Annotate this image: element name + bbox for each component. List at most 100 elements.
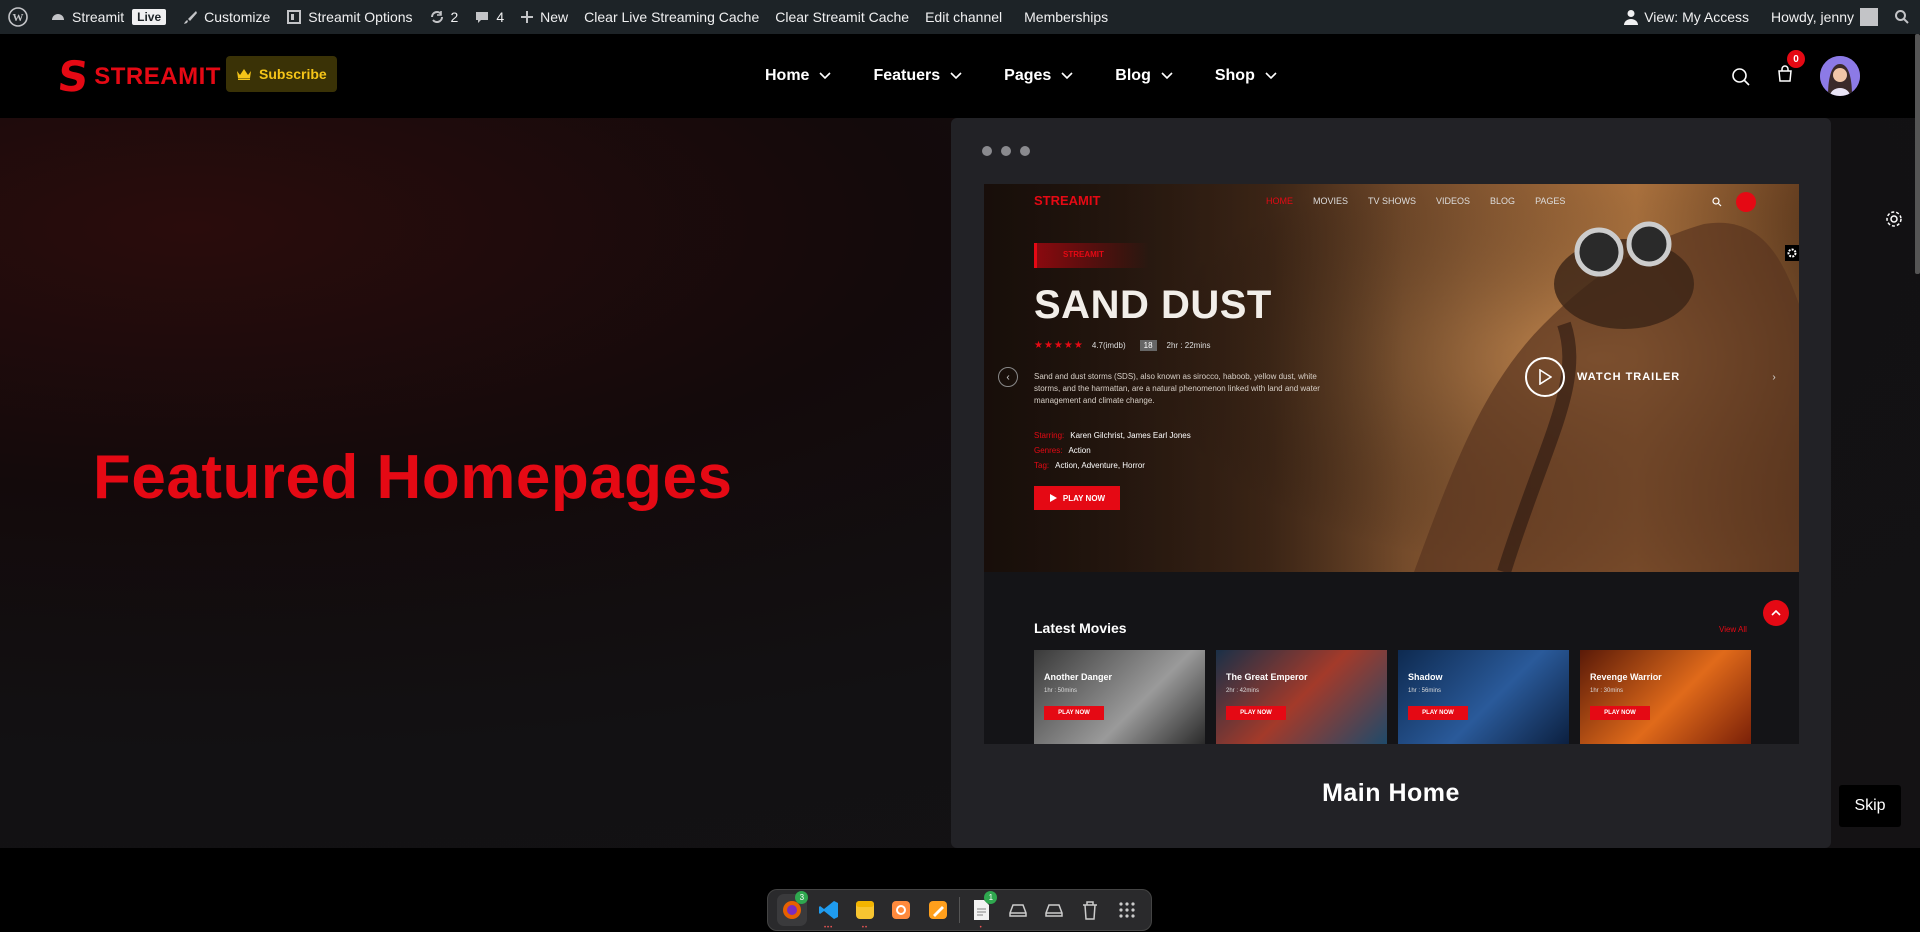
preview-nav-item: HOME [1266,196,1293,206]
tag-label: Tag: [1034,461,1050,471]
search-icon[interactable] [1731,67,1751,92]
trash-icon[interactable] [1075,894,1105,926]
comments-link[interactable]: 4 [466,0,512,34]
movie-time: 1hr : 56mins [1408,688,1442,694]
howdy-label: Howdy, jenny [1770,9,1854,25]
rating-stars: ★★★★★ [1034,340,1084,351]
preview-movie-title: SAND DUST [1034,283,1272,327]
wordpress-logo-icon[interactable]: W [0,0,42,34]
preview-next-arrow: › [1772,371,1776,383]
nav-blog-label: Blog [1115,67,1151,84]
plus-icon [521,11,534,23]
genres-value: Action [1068,446,1091,456]
homepage-card[interactable]: STREAMIT HOME MOVIES TV SHOWS VIDEOS BLO… [951,118,1831,848]
cart-icon[interactable] [1776,65,1794,88]
dock-badge: 3 [795,891,809,904]
gear-icon[interactable] [1884,209,1904,234]
preview-nav-item: VIDEOS [1436,196,1471,206]
editor-app-icon[interactable] [923,894,953,926]
nav-features[interactable]: Featuers [873,67,962,85]
movie-name: The Great Emperor [1226,672,1308,682]
drive-icon[interactable] [1002,894,1032,926]
subscribe-label: Subscribe [259,66,327,82]
new-content-link[interactable]: New [512,0,576,34]
preview-rating: 4.7(imdb) [1091,341,1126,350]
movie-play: PLAY NOW [1408,706,1468,720]
preview-credits: Starring: Karen Gilchrist, James Earl Jon… [1034,428,1191,474]
dashboard-icon [52,14,64,20]
account-menu[interactable]: Howdy, jenny [1763,0,1886,34]
drive-icon[interactable] [1039,894,1069,926]
app-grid-icon[interactable] [1112,894,1142,926]
view-access-link[interactable]: View: My Access [1616,0,1757,34]
preview-duration: 2hr : 22mins [1166,341,1211,350]
site-name-link[interactable]: Streamit Live [42,0,174,34]
running-indicator: •• [861,925,869,931]
vscode-app-icon[interactable]: ••• [813,894,843,931]
main-nav: Home Featuers Pages Blog Shop [765,34,1319,118]
comments-count: 4 [496,9,505,25]
movie-time: 1hr : 50mins [1044,688,1078,694]
crown-icon [237,69,251,80]
preview-nav-item: TV SHOWS [1368,196,1417,206]
screenshot-app-icon[interactable] [886,894,916,926]
clear-live-cache-link[interactable]: Clear Live Streaming Cache [576,0,767,34]
preview-movie-list: Another Danger 1hr : 50mins PLAY NOW The… [1034,650,1762,744]
homepage-preview[interactable]: STREAMIT HOME MOVIES TV SHOWS VIDEOS BLO… [984,184,1799,744]
edit-channel-link[interactable]: Edit channel [917,0,1010,34]
preview-tag-label: STREAMIT [1063,250,1104,259]
window-dot [982,146,992,156]
chevron-down-icon [950,72,962,80]
preview-gear-icon [1785,245,1799,261]
updates-link[interactable]: 2 [421,0,467,34]
browser-app-icon[interactable]: 3 [777,891,809,926]
preview-nav-item: MOVIES [1313,196,1349,206]
document-app-icon[interactable]: 1 • [966,891,998,931]
chevron-down-icon [819,72,832,80]
taskbar-dock: 3 ••• •• 1 • [767,889,1152,931]
movie-play: PLAY NOW [1226,706,1286,720]
user-icon [1736,192,1756,212]
preview-nav-icons [1712,192,1756,212]
age-badge: 18 [1139,340,1157,351]
preview-view-all: View All [1719,625,1747,634]
preview-play-label: PLAY NOW [1062,493,1106,503]
logo-letter: S [55,52,91,101]
notes-app-icon[interactable]: •• [850,894,880,931]
movie-play: PLAY NOW [1044,706,1104,720]
preview-nav-links: HOME MOVIES TV SHOWS VIDEOS BLOG PAGES [1266,196,1585,206]
watch-trailer-label: WATCH TRAILER [1577,371,1681,383]
scrollbar[interactable] [1915,34,1920,274]
skip-button[interactable]: Skip [1839,785,1901,827]
chevron-down-icon [1061,72,1073,80]
customize-link[interactable]: Customize [174,0,278,34]
streamit-options-link[interactable]: Streamit Options [278,0,420,34]
play-icon [1049,494,1057,502]
new-label: New [540,9,569,25]
genres-row: Genres: Action [1034,443,1191,458]
preview-navbar: STREAMIT HOME MOVIES TV SHOWS VIDEOS BLO… [984,184,1799,220]
preview-latest-movies-title: Latest Movies [1034,620,1127,636]
chevron-down-icon [1265,72,1277,80]
site-logo[interactable]: S STREAMIT [55,52,221,101]
homepage-card-title[interactable]: Main Home [951,779,1831,808]
admin-search-icon[interactable] [1886,0,1920,34]
list-item: Another Danger 1hr : 50mins PLAY NOW [1034,650,1205,744]
avatar[interactable] [1820,56,1860,96]
movie-play: PLAY NOW [1590,706,1650,720]
clear-cache-link[interactable]: Clear Streamit Cache [767,0,917,34]
nav-home[interactable]: Home [765,67,832,85]
admin-bar: W Streamit Live Customize Streamit Optio… [0,0,1920,34]
site-header: S STREAMIT Subscribe Home Featuers Pages… [0,34,1920,118]
subscribe-button[interactable]: Subscribe [226,56,337,92]
nav-blog[interactable]: Blog [1115,67,1173,85]
nav-pages[interactable]: Pages [1004,67,1073,85]
window-dot [1020,146,1030,156]
nav-shop[interactable]: Shop [1215,67,1277,85]
admin-avatar [1860,8,1878,26]
movie-time: 1hr : 30mins [1590,688,1624,694]
memberships-link[interactable]: Memberships [1016,0,1116,34]
chevron-down-icon [1161,72,1173,80]
preview-logo: STREAMIT [1034,193,1101,208]
preview-description: Sand and dust storms (SDS), also known a… [1034,372,1320,405]
